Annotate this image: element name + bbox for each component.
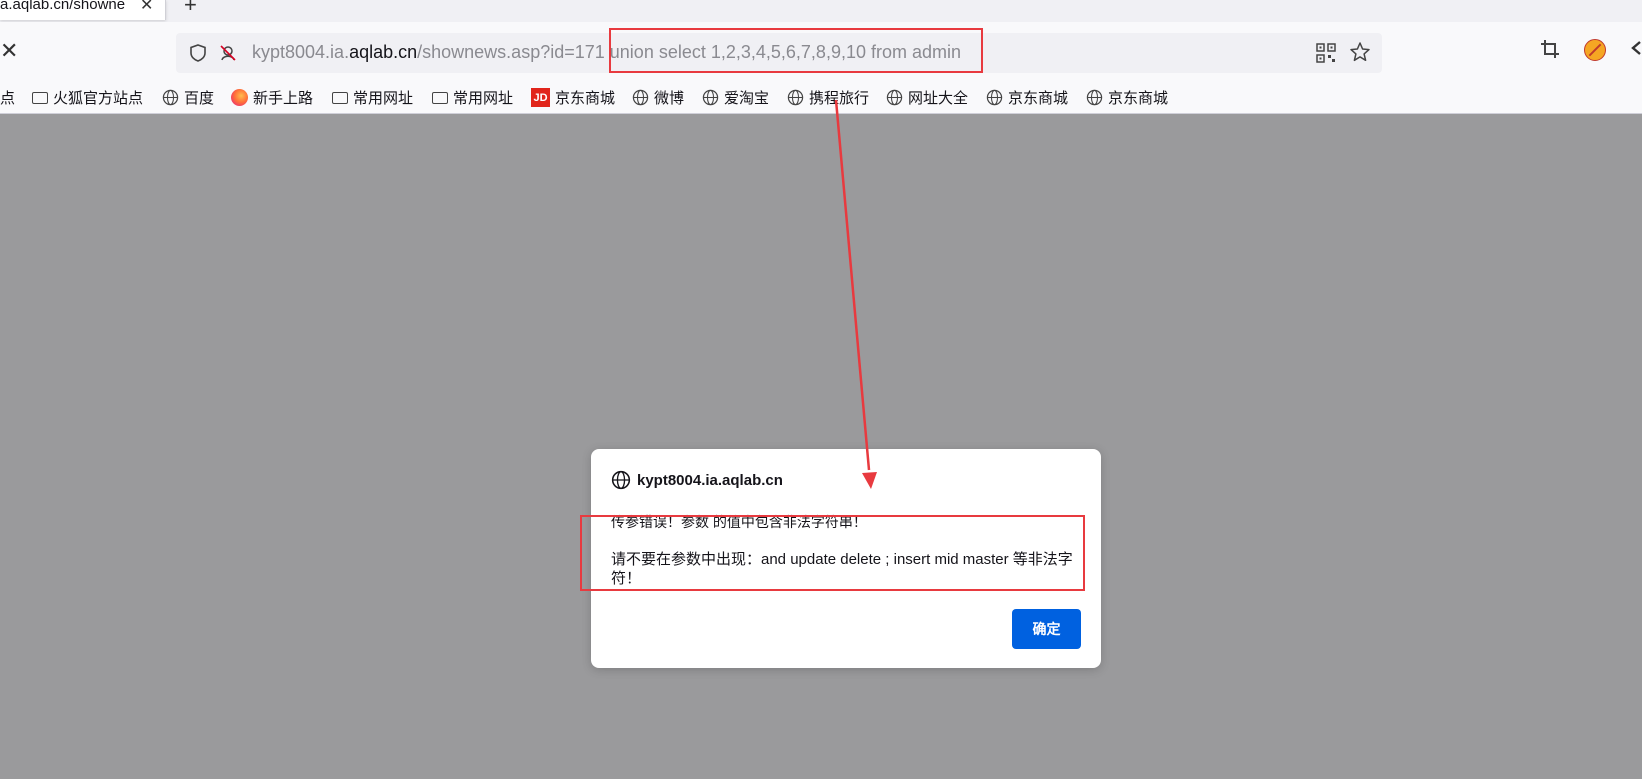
annotation-arrow [834, 99, 877, 489]
